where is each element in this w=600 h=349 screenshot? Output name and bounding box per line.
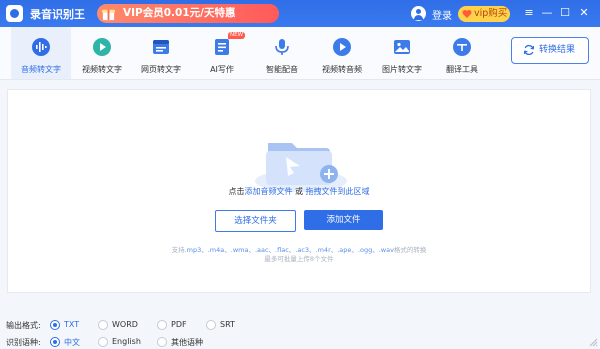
video-to-audio-icon <box>333 38 351 56</box>
new-badge: NEW <box>228 32 246 39</box>
gift-icon <box>101 9 116 21</box>
user-avatar-icon[interactable] <box>411 6 426 21</box>
refresh-icon <box>523 44 535 56</box>
radio-txt[interactable] <box>50 320 60 330</box>
tool-image-to-text[interactable]: 图片转文字 <box>372 27 432 79</box>
image-to-text-icon <box>394 40 410 54</box>
login-link[interactable]: 登录 <box>432 7 452 22</box>
drag-files-text: 拖拽文件到此区域 <box>305 187 370 196</box>
tool-label: 翻译工具 <box>446 65 478 74</box>
tool-label: 视频转音频 <box>322 65 362 74</box>
radio-srt[interactable] <box>206 320 216 330</box>
radio-word-label[interactable]: WORD <box>112 320 138 329</box>
drop-hint-prefix: 点击 <box>228 187 245 196</box>
recognition-language-row: 识别语种: 中文 English 其他语种 <box>0 335 600 349</box>
output-format-row: 输出格式: TXT WORD PDF SRT <box>0 318 600 332</box>
radio-pdf-label[interactable]: PDF <box>171 320 187 329</box>
tool-label: 图片转文字 <box>382 65 422 74</box>
convert-result-button[interactable]: 转换结果 <box>511 37 589 64</box>
ai-writing-icon <box>215 39 229 55</box>
translate-icon <box>453 38 471 56</box>
feature-toolbar: 音频转文字 视频转文字 网页转文字 NEW AI写作 智能配音 视频转音频 图片… <box>0 27 600 80</box>
promo-text: VIP会员0.01元/天特惠 <box>123 7 236 19</box>
app-title: 录音识别王 <box>30 8 85 21</box>
max-files-note: 最多可批量上传8个文件 <box>264 255 334 263</box>
resize-grip-icon[interactable] <box>589 338 598 347</box>
recognition-language-label: 识别语种: <box>6 338 41 347</box>
close-button[interactable]: ✕ <box>577 5 591 21</box>
tool-video-to-audio[interactable]: 视频转音频 <box>312 27 372 79</box>
file-drop-zone[interactable]: 点击添加音频文件 或 拖拽文件到此区域 选择文件夹 添加文件 支持.mp3、.m… <box>7 89 591 293</box>
tool-label: AI写作 <box>210 65 234 74</box>
folder-add-icon <box>255 143 347 192</box>
video-to-text-icon <box>93 38 111 56</box>
app-window: 录音识别王 VIP会员0.01元/天特惠 登录 vip购买 ≡ — ☐ ✕ 音频… <box>0 0 600 349</box>
choose-folder-button[interactable]: 选择文件夹 <box>215 210 296 232</box>
radio-chinese-label[interactable]: 中文 <box>64 337 80 348</box>
radio-pdf[interactable] <box>157 320 167 330</box>
radio-txt-label[interactable]: TXT <box>64 320 79 329</box>
smart-dubbing-icon <box>275 39 289 55</box>
vip-purchase-button[interactable]: vip购买 <box>458 6 510 22</box>
output-format-label: 输出格式: <box>6 321 41 330</box>
webpage-to-text-icon <box>153 40 169 54</box>
tool-label: 视频转文字 <box>82 65 122 74</box>
tool-label: 音频转文字 <box>21 65 61 74</box>
radio-word[interactable] <box>98 320 108 330</box>
maximize-button[interactable]: ☐ <box>558 5 572 21</box>
tool-label: 网页转文字 <box>141 65 181 74</box>
app-logo-icon <box>6 5 23 22</box>
radio-other-language-label[interactable]: 其他语种 <box>171 337 203 348</box>
tool-translate[interactable]: 翻译工具 <box>432 27 492 79</box>
audio-to-text-icon <box>32 38 50 56</box>
radio-english[interactable] <box>98 337 108 347</box>
menu-button[interactable]: ≡ <box>522 5 536 21</box>
convert-result-label: 转换结果 <box>539 45 576 55</box>
vip-purchase-label: vip购买 <box>474 8 508 19</box>
drop-hint: 点击添加音频文件 或 拖拽文件到此区域 <box>8 186 590 197</box>
tool-smart-dubbing[interactable]: 智能配音 <box>252 27 312 79</box>
tool-webpage-to-text[interactable]: 网页转文字 <box>131 27 191 79</box>
tool-label: 智能配音 <box>266 65 298 74</box>
radio-english-label[interactable]: English <box>112 337 141 346</box>
radio-other-language[interactable] <box>157 337 167 347</box>
drop-hint-or: 或 <box>292 187 306 196</box>
minimize-button[interactable]: — <box>540 5 554 21</box>
tool-ai-writing[interactable]: NEW AI写作 <box>192 27 252 79</box>
heart-icon <box>462 10 472 18</box>
add-audio-link[interactable]: 添加音频文件 <box>244 187 292 196</box>
add-file-button[interactable]: 添加文件 <box>304 210 383 230</box>
radio-srt-label[interactable]: SRT <box>220 320 235 329</box>
tool-audio-to-text[interactable]: 音频转文字 <box>11 27 71 79</box>
radio-chinese[interactable] <box>50 337 60 347</box>
vip-promo-banner[interactable]: VIP会员0.01元/天特惠 <box>97 4 279 23</box>
tool-video-to-text[interactable]: 视频转文字 <box>72 27 132 79</box>
title-bar: 录音识别王 VIP会员0.01元/天特惠 登录 vip购买 ≡ — ☐ ✕ <box>0 0 600 27</box>
